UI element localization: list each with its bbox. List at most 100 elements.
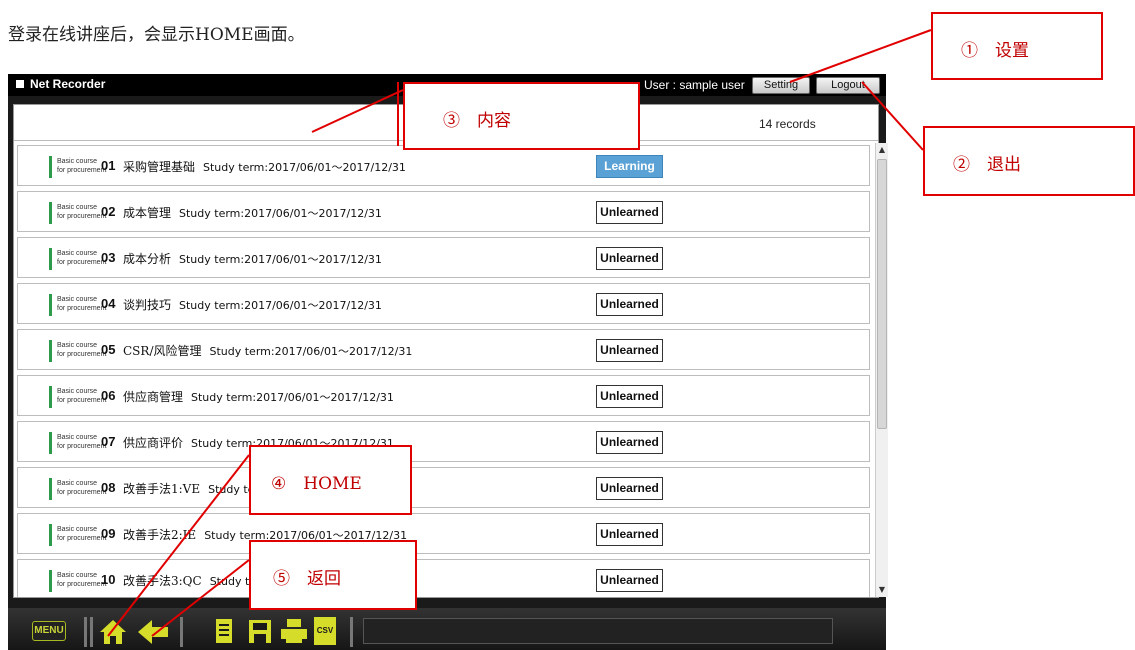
course-color-bar [49, 156, 52, 178]
back-arrow-icon[interactable] [136, 619, 170, 645]
scroll-up-arrow-icon[interactable]: ▲ [876, 143, 888, 157]
course-row[interactable]: Basic course for procurement 07 供应商评价 Study … [17, 421, 870, 462]
course-color-bar [49, 386, 52, 408]
app-title: Net Recorder [16, 77, 105, 91]
course-name: 改善手法3:QC [123, 574, 202, 588]
course-category-line1: Basic course [57, 158, 98, 165]
course-number: 04 [101, 296, 116, 311]
course-category: Basic course for procurement [57, 157, 106, 175]
course-name: 谈判技巧 [123, 298, 172, 312]
course-title-line: CSR/风险管理 Study term:2017/06/01～2017/12/31 [123, 342, 412, 359]
course-category-line2: for procurement [57, 305, 107, 312]
course-row[interactable]: Basic course for procurement 04 谈判技巧 Study t… [17, 283, 870, 324]
course-name: 改善手法2:IE [123, 528, 197, 542]
course-title-line: 采购管理基础 Study term:2017/06/01～2017/12/31 [123, 158, 406, 175]
callout-back-text: ⑤ 返回 [273, 569, 341, 589]
home-icon[interactable] [98, 617, 128, 647]
course-number: 03 [101, 250, 116, 265]
course-number: 10 [101, 572, 116, 587]
menu-button[interactable]: MENU [32, 621, 66, 641]
course-row[interactable]: Basic course for procurement 08 改善手法1:VE Stu… [17, 467, 870, 508]
document-icon[interactable] [214, 617, 234, 645]
course-name: CSR/风险管理 [123, 344, 202, 358]
status-button[interactable]: Unlearned [596, 339, 663, 362]
scroll-down-arrow-icon[interactable]: ▼ [876, 583, 888, 597]
course-category-line2: for procurement [57, 489, 107, 496]
course-title-line: 谈判技巧 Study term:2017/06/01～2017/12/31 [123, 296, 382, 313]
course-row[interactable]: Basic course for procurement 01 采购管理基础 Study… [17, 145, 870, 186]
toolbar-separator [350, 617, 353, 647]
course-number: 05 [101, 342, 116, 357]
status-button[interactable]: Unlearned [596, 523, 663, 546]
callout-logout: ② 退出 [923, 126, 1135, 196]
csv-icon[interactable]: CSV [314, 617, 336, 645]
course-name: 成本管理 [123, 206, 172, 220]
status-button[interactable]: Unlearned [596, 431, 663, 454]
course-number: 01 [101, 158, 116, 173]
logout-button[interactable]: Logout [816, 77, 880, 94]
status-box [363, 618, 833, 644]
status-button[interactable]: Learning [596, 155, 663, 178]
course-number: 07 [101, 434, 116, 449]
status-button[interactable]: Unlearned [596, 247, 663, 270]
course-category: Basic course for procurement [57, 571, 106, 589]
status-button[interactable]: Unlearned [596, 293, 663, 316]
course-title-line: 供应商管理 Study term:2017/06/01～2017/12/31 [123, 388, 394, 405]
callout-content-text: ③ 内容 [443, 111, 511, 131]
status-button[interactable]: Unlearned [596, 569, 663, 592]
course-category-line2: for procurement [57, 535, 107, 542]
course-row[interactable]: Basic course for procurement 10 改善手法3:QC Stu… [17, 559, 870, 597]
course-category: Basic course for procurement [57, 387, 106, 405]
content-panel: 14 records Basic course for procurement 01… [13, 104, 888, 598]
study-term: Study term:2017/06/01～2017/12/31 [191, 391, 394, 404]
course-category-line1: Basic course [57, 342, 98, 349]
save-icon[interactable] [248, 617, 272, 645]
print-icon[interactable] [280, 617, 308, 645]
course-color-bar [49, 432, 52, 454]
course-row[interactable]: Basic course for procurement 02 成本管理 Study t… [17, 191, 870, 232]
course-category-line2: for procurement [57, 397, 107, 404]
course-category-line1: Basic course [57, 250, 98, 257]
course-row[interactable]: Basic course for procurement 06 供应商管理 Study … [17, 375, 870, 416]
callout-back: ⑤ 返回 [249, 540, 417, 610]
scrollbar[interactable]: ▲ ▼ [875, 143, 888, 597]
course-list: Basic course for procurement 01 采购管理基础 Study… [17, 143, 875, 597]
course-row[interactable]: Basic course for procurement 03 成本分析 Study t… [17, 237, 870, 278]
callout-logout-text: ② 退出 [953, 155, 1021, 175]
course-row[interactable]: Basic course for procurement 09 改善手法2:IE Stu… [17, 513, 870, 554]
course-row[interactable]: Basic course for procurement 05 CSR/风险管理 Stu… [17, 329, 870, 370]
records-count: 14 records [759, 117, 816, 131]
course-category-line1: Basic course [57, 296, 98, 303]
status-button[interactable]: Unlearned [596, 385, 663, 408]
course-category-line2: for procurement [57, 581, 107, 588]
course-category-line1: Basic course [57, 388, 98, 395]
toolbar-separator [180, 617, 183, 647]
study-term: Study term:2017/06/01～2017/12/31 [179, 253, 382, 266]
course-color-bar [49, 340, 52, 362]
course-number: 09 [101, 526, 116, 541]
course-color-bar [49, 294, 52, 316]
course-category-line2: for procurement [57, 167, 107, 174]
course-name: 改善手法1:VE [123, 482, 201, 496]
course-color-bar [49, 202, 52, 224]
status-button[interactable]: Unlearned [596, 201, 663, 224]
intro-text: 登录在线讲座后，会显示HOME画面。 [8, 25, 305, 45]
course-color-bar [49, 248, 52, 270]
course-category-line1: Basic course [57, 480, 98, 487]
scrollbar-thumb[interactable] [877, 159, 887, 429]
app-window: Net Recorder User : sample user Setting … [8, 74, 888, 650]
course-category-line2: for procurement [57, 351, 107, 358]
study-term: Study term:2017/06/01～2017/12/31 [179, 299, 382, 312]
course-title-line: 成本分析 Study term:2017/06/01～2017/12/31 [123, 250, 382, 267]
course-number: 08 [101, 480, 116, 495]
course-category-line1: Basic course [57, 526, 98, 533]
status-button[interactable]: Unlearned [596, 477, 663, 500]
course-category-line2: for procurement [57, 259, 107, 266]
study-term: Study term:2017/06/01～2017/12/31 [179, 207, 382, 220]
bottom-toolbar: MENU CSV [8, 608, 886, 650]
course-category: Basic course for procurement [57, 341, 106, 359]
callout-setting-text: ① 设置 [961, 41, 1029, 61]
setting-button[interactable]: Setting [752, 77, 810, 94]
course-category-line2: for procurement [57, 213, 107, 220]
callout-content: ③ 内容 [403, 82, 640, 150]
